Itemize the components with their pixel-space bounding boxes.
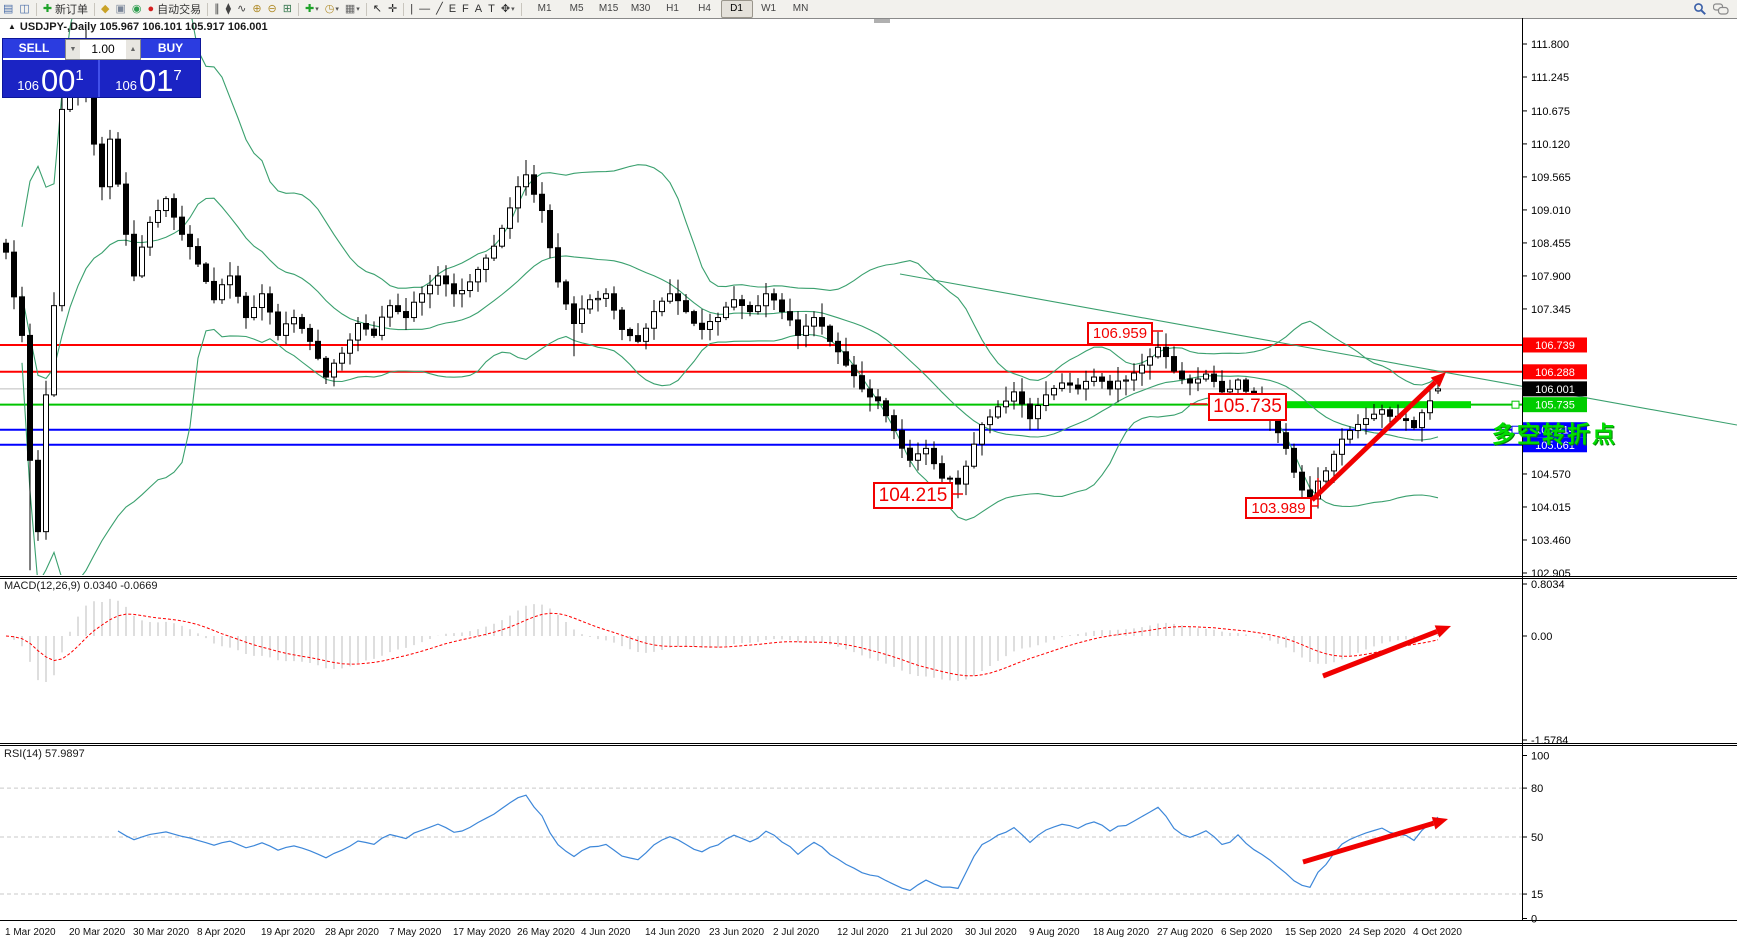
price-annotation-box[interactable]: 104.215 [873,482,953,509]
date-tick: 12 Jul 2020 [837,927,889,938]
date-tick: 2 Jul 2020 [773,927,819,938]
symbol-title: ▲USDJPY-,Daily 105.967 106.101 105.917 1… [8,21,268,33]
volume-input[interactable]: 1.00 [80,40,126,59]
macd-tick: -1.5784 [1531,735,1568,747]
price-tag: 106.001 [1535,384,1575,396]
sell-button[interactable]: SELL [3,39,65,60]
rsi-value: 57.9897 [45,748,85,760]
date-tick: 30 Jul 2020 [965,927,1017,938]
macd-tick: 0.8034 [1531,579,1565,591]
ask-price[interactable]: 106017 [100,60,197,97]
volume-increase-button[interactable]: ▲ [126,40,140,59]
price-tick: 111.800 [1531,39,1569,51]
date-tick: 30 Mar 2020 [133,927,189,938]
date-tick: 23 Jun 2020 [709,927,764,938]
chart-canvas[interactable]: 111.800 111.245 110.675 110.120 109.565 109.0… [0,0,1737,942]
volume-box: ▼ 1.00 ▲ [65,39,141,60]
date-tick: 15 Sep 2020 [1285,927,1342,938]
price-axis: 111.800 111.245 110.675 110.120 109.565 109.0… [1522,39,1571,580]
macd-signal-value: -0.0669 [120,580,157,592]
macd-header: MACD(12,26,9) 0.0340 -0.0669 [4,580,158,592]
price-tick: 107.345 [1531,304,1571,316]
price-tag: 106.288 [1535,367,1575,379]
rsi-tick: 50 [1531,832,1543,844]
date-tick: 27 Aug 2020 [1157,927,1213,938]
price-annotation-box[interactable]: 103.989 [1245,497,1312,519]
price-tag: 105.735 [1535,400,1575,412]
date-tick: 4 Jun 2020 [581,927,631,938]
date-tick: 18 Aug 2020 [1093,927,1149,938]
date-tick: 9 Aug 2020 [1029,927,1080,938]
rsi-tick: 0 [1531,914,1537,926]
price-annotation-box[interactable]: 106.959 [1087,322,1153,345]
date-tick: 14 Jun 2020 [645,927,700,938]
line-handle[interactable] [1512,401,1519,408]
date-tick: 19 Apr 2020 [261,927,315,938]
rsi-tick: 15 [1531,889,1543,901]
price-tick: 104.570 [1531,469,1571,481]
macd-tick: 0.00 [1531,631,1552,643]
date-tick: 7 May 2020 [389,927,441,938]
one-click-trading-panel: SELL ▼ 1.00 ▲ BUY 106001 106017 [2,38,201,98]
volume-decrease-button[interactable]: ▼ [66,40,80,59]
date-tick: 6 Sep 2020 [1221,927,1272,938]
scrollbar-thumb[interactable] [874,19,890,23]
price-tick: 107.900 [1531,271,1571,283]
date-tick: 26 May 2020 [517,927,575,938]
date-tick: 24 Sep 2020 [1349,927,1406,938]
horizontal-line-objects[interactable] [0,345,1522,445]
indicator-axis: 0.8034 0.00 -1.5784 100 80 50 15 0 [1522,579,1568,926]
rsi-tick: 80 [1531,783,1543,795]
date-tick: 21 Jul 2020 [901,927,953,938]
bollinger-bands [22,0,1438,587]
rsi-line [118,795,1438,890]
candlesticks [4,29,1441,570]
collapse-arrow-icon[interactable]: ▲ [8,22,16,31]
macd-signal-line [6,613,1438,676]
price-tag: 106.739 [1535,340,1575,352]
date-tick: 17 May 2020 [453,927,511,938]
macd-value: 0.0340 [83,580,117,592]
bid-price[interactable]: 106001 [3,60,100,97]
price-tick: 104.015 [1531,502,1571,514]
price-tick: 109.010 [1531,205,1571,217]
date-tick: 1 Mar 2020 [5,927,56,938]
rsi-tick: 100 [1531,751,1549,763]
price-tick: 110.675 [1531,106,1570,118]
date-tick: 4 Oct 2020 [1413,927,1462,938]
date-tick: 8 Apr 2020 [197,927,245,938]
rsi-header: RSI(14) 57.9897 [4,748,85,760]
macd-histogram [6,599,1438,682]
note-text[interactable]: 多空转折点 [1492,415,1617,449]
date-tick: 28 Apr 2020 [325,927,379,938]
price-tick: 111.245 [1531,72,1569,84]
price-annotation-box[interactable]: 105.735 [1208,393,1287,421]
price-tick: 110.120 [1531,139,1570,151]
price-tick: 108.455 [1531,238,1571,250]
price-tick: 109.565 [1531,172,1571,184]
date-tick: 20 Mar 2020 [69,927,125,938]
pane-borders [0,18,1737,921]
price-tick: 103.460 [1531,535,1571,547]
buy-button[interactable]: BUY [141,39,200,60]
mt4-window: { "toolbar": { "groups": [ {"items": [{"… [0,0,1737,942]
